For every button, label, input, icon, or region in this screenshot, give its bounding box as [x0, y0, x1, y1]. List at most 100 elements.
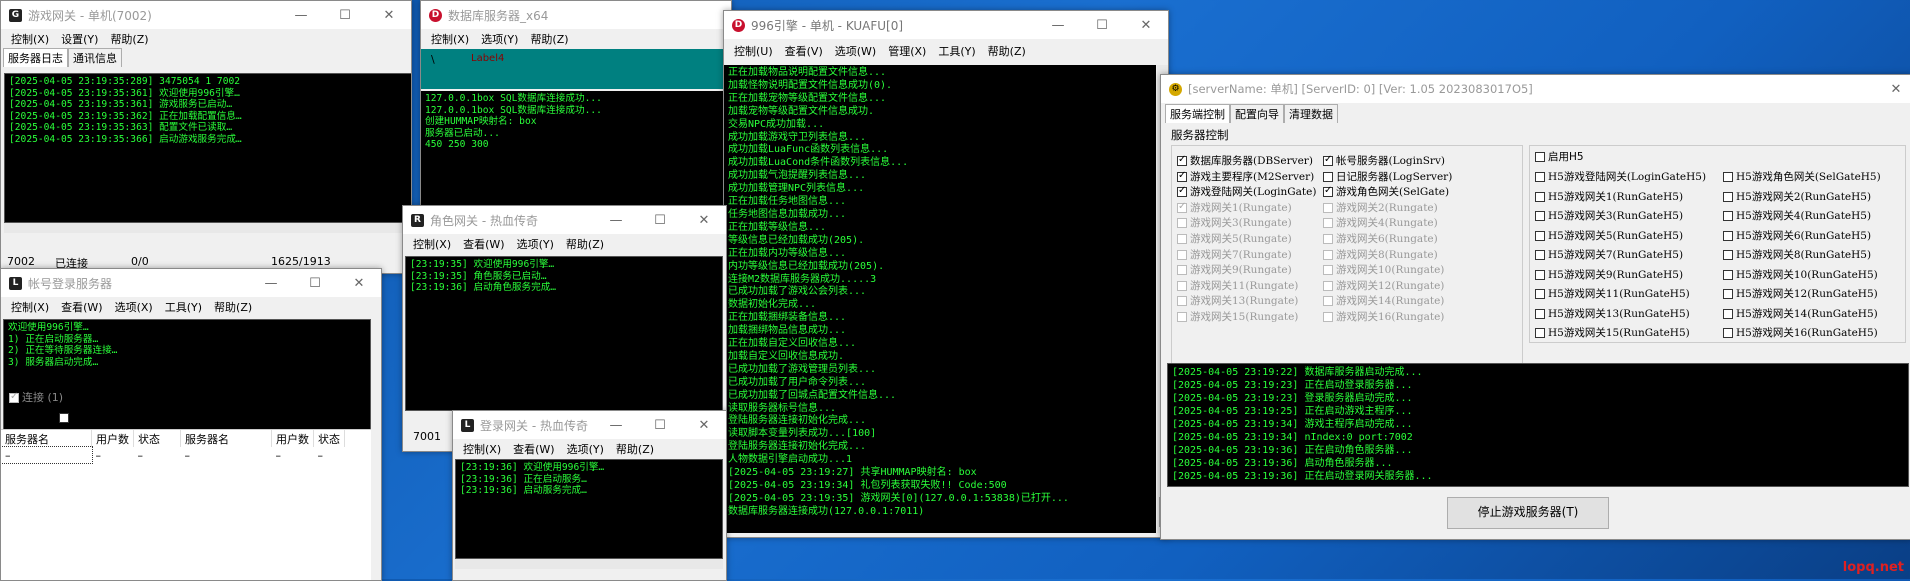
server-checkbox[interactable]: H5游戏网关10(RunGateH5) — [1723, 267, 1878, 282]
maximize-icon[interactable]: ☐ — [1080, 11, 1124, 39]
server-checkbox[interactable]: H5游戏网关11(RunGateH5) — [1535, 286, 1690, 301]
menu-help[interactable]: 帮助(Z) — [208, 299, 258, 315]
server-checkbox[interactable]: H5游戏网关13(RunGateH5) — [1535, 306, 1690, 321]
title-bar[interactable]: D 数据库服务器_x64 — [421, 1, 731, 29]
app-icon: D — [732, 18, 745, 32]
tab-comm-info[interactable]: 通讯信息 — [68, 48, 122, 67]
menu-options[interactable]: 选项(W) — [829, 43, 882, 59]
minimize-icon[interactable]: — — [249, 269, 293, 297]
close-icon[interactable]: ✕ — [682, 411, 726, 439]
horizontal-scrollbar[interactable] — [4, 223, 411, 233]
menu-control[interactable]: 控制(U) — [728, 43, 779, 59]
col-server-name[interactable]: 服务器名 — [1, 430, 92, 447]
minimize-icon[interactable]: — — [279, 1, 323, 29]
menu-view[interactable]: 查看(V) — [779, 43, 829, 59]
server-checkbox[interactable]: H5游戏网关2(RunGateH5) — [1723, 189, 1871, 204]
server-checkbox[interactable]: 数据库服务器(DBServer) — [1177, 153, 1313, 168]
enable-h5-checkbox[interactable]: 启用H5 — [1535, 149, 1584, 164]
menu-control[interactable]: 控制(X) — [457, 441, 507, 457]
menu-options[interactable]: 选项(Y) — [511, 236, 560, 252]
show-info-checkbox[interactable]: 显示信息 — [59, 409, 116, 425]
server-checkbox[interactable]: H5游戏网关16(RunGateH5) — [1723, 325, 1878, 340]
tab-server-control[interactable]: 服务端控制 — [1165, 104, 1230, 123]
minimize-icon[interactable]: — — [594, 206, 638, 234]
col-status[interactable]: 状态 — [133, 430, 181, 447]
menu-control[interactable]: 控制(X) — [407, 236, 457, 252]
server-checkbox[interactable]: H5游戏网关8(RunGateH5) — [1723, 247, 1871, 262]
db-log-console: 127.0.0.1box SQL数据库连接成功... 127.0.0.1box … — [421, 91, 731, 223]
stop-server-button[interactable]: 停止游戏服务器(T) — [1447, 497, 1609, 529]
close-icon[interactable]: ✕ — [682, 206, 726, 234]
menu-control[interactable]: 控制(X) — [425, 31, 475, 47]
menu-help[interactable]: 帮助(Z) — [104, 31, 154, 47]
menu-options[interactable]: 选项(Y) — [475, 31, 524, 47]
checkbox-label: 游戏网关1(Rungate) — [1190, 201, 1292, 214]
menu-view[interactable]: 查看(W) — [55, 299, 108, 315]
connect-checkbox[interactable]: 连接 (1) — [9, 389, 63, 405]
window-title: 数据库服务器_x64 — [448, 8, 549, 23]
title-bar[interactable]: G 游戏网关 - 单机(7002) — ☐ ✕ — [1, 1, 411, 29]
title-bar[interactable]: D 996引擎 - 单机 - KUAFU[0] — ☐ ✕ — [724, 11, 1168, 39]
server-checkbox[interactable]: H5游戏网关14(RunGateH5) — [1723, 306, 1878, 321]
tab-config-wizard[interactable]: 配置向导 — [1230, 104, 1284, 123]
menu-help[interactable]: 帮助(Z) — [610, 441, 660, 457]
app-icon: ⚙ — [1169, 82, 1182, 96]
menu-manage[interactable]: 管理(X) — [882, 43, 932, 59]
close-icon[interactable]: ✕ — [337, 269, 381, 297]
server-checkbox[interactable]: H5游戏网关6(RunGateH5) — [1723, 228, 1871, 243]
server-checkbox: 游戏网关11(Rungate) — [1177, 278, 1298, 293]
server-checkbox[interactable]: 游戏登陆网关(LoginGate) — [1177, 184, 1316, 199]
title-bar[interactable]: ⚙ [serverName: 单机] [ServerID: 0] [Ver: 1… — [1161, 75, 1910, 103]
tab-server-log[interactable]: 服务器日志 — [3, 48, 68, 67]
col-status-2[interactable]: 状态 — [313, 430, 345, 447]
server-checkbox[interactable]: H5游戏网关7(RunGateH5) — [1535, 247, 1683, 262]
menu-view[interactable]: 查看(W) — [457, 236, 510, 252]
menu-options[interactable]: 选项(X) — [109, 299, 159, 315]
menu-control[interactable]: 控制(X) — [5, 299, 55, 315]
minimize-icon[interactable]: — — [594, 411, 638, 439]
menu-help[interactable]: 帮助(Z) — [524, 31, 574, 47]
server-checkbox[interactable]: H5游戏登陆网关(LoginGateH5) — [1535, 169, 1706, 184]
server-checkbox[interactable]: H5游戏网关3(RunGateH5) — [1535, 208, 1683, 223]
minimize-icon[interactable]: — — [1036, 11, 1080, 39]
server-checkbox[interactable]: 游戏角色网关(SelGate) — [1323, 184, 1449, 199]
close-icon[interactable]: ✕ — [1124, 11, 1168, 39]
menu-tools[interactable]: 工具(Y) — [932, 43, 981, 59]
title-bar[interactable]: L 帐号登录服务器 — ☐ ✕ — [1, 269, 381, 297]
tab-clean-data[interactable]: 清理数据 — [1284, 104, 1338, 123]
close-icon[interactable]: ✕ — [367, 1, 411, 29]
menu-help[interactable]: 帮助(Z) — [560, 236, 610, 252]
col-user-count[interactable]: 用户数 — [91, 430, 134, 447]
server-checkbox[interactable]: H5游戏网关12(RunGateH5) — [1723, 286, 1878, 301]
login-gate-window: L 登录网关 - 热血传奇 — ☐ ✕ 控制(X) 查看(W) 选项(Y) 帮助(Z… — [452, 410, 727, 581]
server-checkbox[interactable]: H5游戏网关5(RunGateH5) — [1535, 228, 1683, 243]
col-server-name-2[interactable]: 服务器名 — [180, 430, 272, 447]
list-header: 服务器名 用户数 状态 服务器名 用户数 状态 — [1, 430, 345, 447]
title-bar[interactable]: L 登录网关 - 热血传奇 — ☐ ✕ — [453, 411, 726, 439]
menu-settings[interactable]: 设置(Y) — [55, 31, 104, 47]
col-user-count-2[interactable]: 用户数 — [271, 430, 314, 447]
checkbox-icon — [1177, 312, 1187, 322]
menu-control[interactable]: 控制(X) — [5, 31, 55, 47]
close-icon[interactable]: ✕ — [1881, 75, 1910, 103]
maximize-icon[interactable]: ☐ — [638, 411, 682, 439]
server-checkbox[interactable]: H5游戏网关1(RunGateH5) — [1535, 189, 1683, 204]
server-checkbox[interactable]: H5游戏网关4(RunGateH5) — [1723, 208, 1871, 223]
maximize-icon[interactable]: ☐ — [323, 1, 367, 29]
menu-tools[interactable]: 工具(Y) — [159, 299, 208, 315]
menu-help[interactable]: 帮助(Z) — [982, 43, 1032, 59]
menu-options[interactable]: 选项(Y) — [561, 441, 610, 457]
server-checkbox[interactable]: 游戏主要程序(M2Server) — [1177, 169, 1314, 184]
server-checkbox[interactable]: H5游戏网关15(RunGateH5) — [1535, 325, 1690, 340]
table-row[interactable]: – – – – – – — [1, 446, 345, 464]
server-checkbox[interactable]: 帐号服务器(LoginSrv) — [1323, 153, 1445, 168]
checkbox-label: H5游戏网关3(RunGateH5) — [1548, 210, 1684, 222]
maximize-icon[interactable]: ☐ — [638, 206, 682, 234]
server-checkbox[interactable]: 日记服务器(LogServer) — [1323, 169, 1452, 184]
maximize-icon[interactable]: ☐ — [293, 269, 337, 297]
title-bar[interactable]: R 角色网关 - 热血传奇 — ☐ ✕ — [403, 206, 726, 234]
menu-view[interactable]: 查看(W) — [507, 441, 560, 457]
server-checkbox[interactable]: H5游戏网关9(RunGateH5) — [1535, 267, 1683, 282]
horizontal-scrollbar[interactable] — [455, 559, 723, 569]
server-checkbox[interactable]: H5游戏角色网关(SelGateH5) — [1723, 169, 1881, 184]
